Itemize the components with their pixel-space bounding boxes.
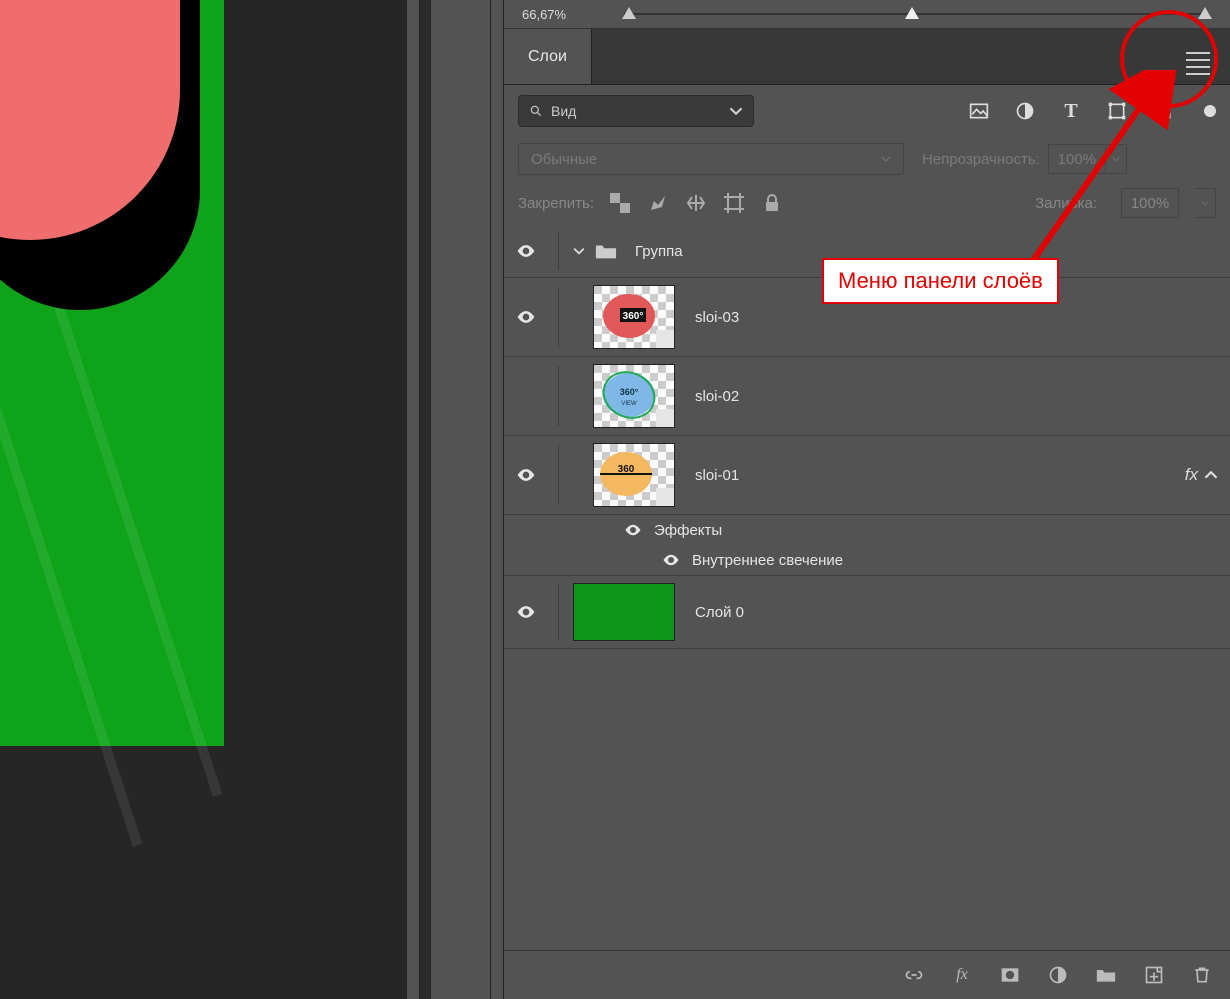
- tab-label: Слои: [528, 48, 567, 66]
- effects-label: Эффекты: [654, 522, 722, 539]
- panel-divider[interactable]: [406, 0, 420, 999]
- layer-name[interactable]: Группа: [635, 243, 683, 260]
- layer-row[interactable]: Слой 0: [504, 575, 1230, 649]
- new-group-button[interactable]: [1096, 965, 1116, 985]
- collapsed-panel-strip[interactable]: [442, 0, 490, 999]
- fill-label: Заливка:: [1035, 195, 1097, 212]
- filter-pixel-icon[interactable]: [968, 100, 990, 122]
- visibility-toggle[interactable]: [516, 307, 536, 327]
- zoom-slider-max[interactable]: [1198, 7, 1212, 19]
- lock-pixels-icon[interactable]: [648, 193, 668, 213]
- layer-name[interactable]: Слой 0: [695, 604, 744, 621]
- annotation-label: Меню панели слоёв: [822, 258, 1059, 304]
- folder-icon: [595, 242, 617, 260]
- layer-thumbnail[interactable]: [573, 583, 675, 641]
- svg-text:VIEW: VIEW: [621, 401, 637, 407]
- effect-item-row[interactable]: Внутреннее свечение: [504, 545, 1230, 575]
- smartobject-badge-icon: [656, 330, 674, 348]
- layer-mask-button[interactable]: [1000, 965, 1020, 985]
- layer-name[interactable]: sloi-02: [695, 388, 739, 405]
- layer-style-button[interactable]: fx: [952, 965, 972, 985]
- layer-row[interactable]: 360° VIEW sloi-02: [504, 357, 1230, 436]
- adjustment-layer-button[interactable]: [1048, 965, 1068, 985]
- layer-name[interactable]: sloi-01: [695, 467, 739, 484]
- panel-menu-button[interactable]: [1186, 47, 1210, 80]
- layer-name[interactable]: sloi-03: [695, 309, 739, 326]
- zoom-slider[interactable]: [624, 13, 1210, 15]
- visibility-toggle[interactable]: [516, 465, 536, 485]
- link-layers-button[interactable]: [904, 965, 924, 985]
- visibility-toggle[interactable]: [516, 602, 536, 622]
- smartobject-badge-icon: [656, 409, 674, 427]
- lock-fill-row: Закрепить: Заливка: 100%: [504, 181, 1230, 225]
- layer-thumbnail[interactable]: 360° VIEW: [593, 364, 675, 428]
- tab-layers[interactable]: Слои: [504, 29, 592, 84]
- opacity-label: Непрозрачность:: [922, 151, 1040, 168]
- blend-mode-select[interactable]: Обычные: [518, 143, 904, 175]
- zoom-value[interactable]: 66,67%: [522, 7, 566, 22]
- navigator-zoom-row: 66,67%: [504, 0, 1230, 29]
- new-layer-button[interactable]: [1144, 965, 1164, 985]
- opacity-dropdown[interactable]: [1106, 144, 1127, 174]
- layer-thumbnail[interactable]: 360°: [593, 285, 675, 349]
- panel-divider[interactable]: [490, 0, 504, 999]
- filter-type-label: Вид: [551, 103, 576, 119]
- svg-text:360°: 360°: [620, 387, 639, 397]
- effect-name: Внутреннее свечение: [692, 552, 843, 569]
- layer-thumbnail[interactable]: 360: [593, 443, 675, 507]
- layer-row[interactable]: 360 sloi-01 fx: [504, 436, 1230, 515]
- canvas-area[interactable]: [0, 0, 406, 999]
- layer-filter-row: Вид T: [504, 85, 1230, 137]
- layers-bottom-toolbar: fx: [504, 950, 1230, 999]
- filter-shape-icon[interactable]: [1106, 100, 1128, 122]
- opacity-value[interactable]: 100%: [1048, 144, 1106, 174]
- fill-dropdown[interactable]: [1195, 188, 1216, 218]
- visibility-toggle[interactable]: [516, 241, 536, 261]
- lock-artboard-icon[interactable]: [724, 193, 744, 213]
- zoom-slider-thumb[interactable]: [905, 7, 919, 19]
- lock-all-icon[interactable]: [762, 193, 782, 213]
- filter-text-icon[interactable]: T: [1060, 100, 1082, 122]
- expand-toggle[interactable]: [573, 245, 585, 257]
- fx-collapse-icon[interactable]: [1204, 468, 1218, 482]
- filter-smartobject-icon[interactable]: [1152, 100, 1174, 122]
- visibility-toggle[interactable]: [624, 521, 642, 539]
- visibility-toggle[interactable]: [662, 551, 680, 569]
- lock-position-icon[interactable]: [686, 193, 706, 213]
- smartobject-badge-icon: [656, 488, 674, 506]
- layer-filter-select[interactable]: Вид: [518, 95, 754, 127]
- delete-layer-button[interactable]: [1192, 965, 1212, 985]
- layers-panel: 66,67% Слои Вид T Обычные Непрозрачнос: [504, 0, 1230, 999]
- zoom-slider-min[interactable]: [622, 7, 636, 19]
- fx-badge[interactable]: fx: [1185, 465, 1198, 485]
- fill-value[interactable]: 100%: [1121, 188, 1179, 218]
- panel-tab-bar: Слои: [504, 29, 1230, 85]
- blend-opacity-row: Обычные Непрозрачность: 100%: [504, 137, 1230, 181]
- chevron-down-icon: [729, 104, 743, 118]
- filter-adjustment-icon[interactable]: [1014, 100, 1036, 122]
- blend-mode-value: Обычные: [531, 151, 597, 168]
- chevron-down-icon: [881, 154, 891, 164]
- canvas-content: [0, 0, 224, 746]
- lock-label: Закрепить:: [518, 195, 594, 212]
- filter-toggle[interactable]: [1204, 105, 1216, 117]
- effects-header-row[interactable]: Эффекты: [504, 515, 1230, 545]
- lock-transparency-icon[interactable]: [610, 193, 630, 213]
- search-icon: [529, 104, 543, 118]
- svg-text:360°: 360°: [623, 311, 644, 322]
- svg-text:360: 360: [618, 464, 635, 475]
